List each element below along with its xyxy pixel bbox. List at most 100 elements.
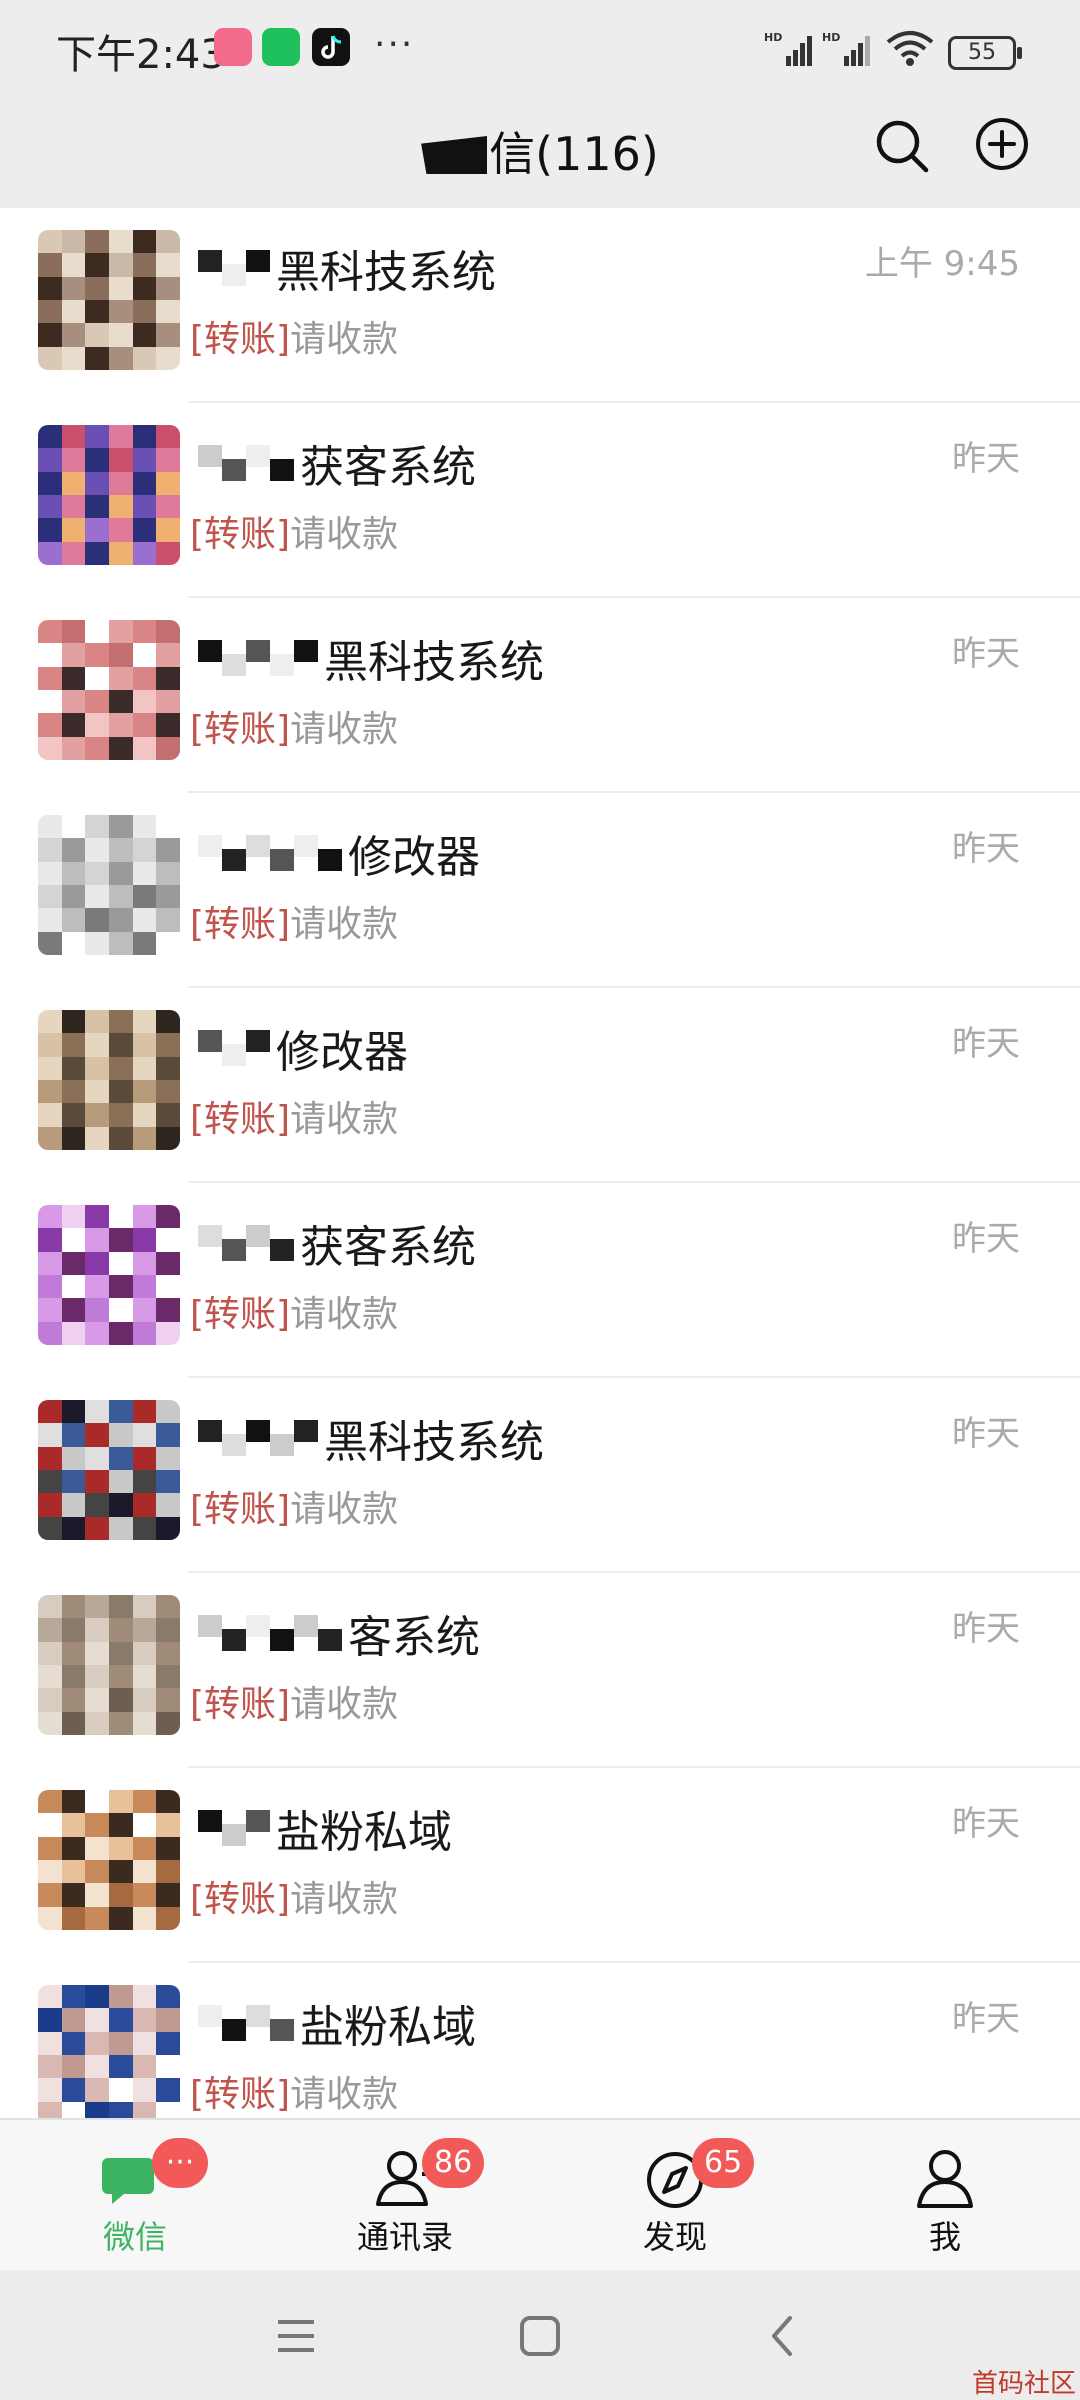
message-time: 上午 9:45: [864, 244, 1020, 284]
transfer-tag: [转账]: [190, 904, 291, 945]
chat-name-text: 黑科技系统: [324, 637, 544, 688]
tab-wechat-badge: ···: [152, 2138, 208, 2188]
chat-name-text: 获客系统: [300, 442, 476, 493]
chat-row[interactable]: 黑科技系统 [转账]请收款 上午 9:45: [0, 208, 1080, 403]
redaction-mark: [198, 445, 294, 481]
preview-text: 请收款: [290, 514, 399, 555]
tab-discover-badge: 65: [692, 2138, 755, 2188]
chat-row[interactable]: 盐粉私域 [转账]请收款 昨天: [0, 1963, 1080, 2118]
transfer-tag: [转账]: [190, 709, 291, 750]
preview-text: 请收款: [290, 1879, 399, 1920]
wifi-icon: [886, 31, 934, 66]
chat-name: 黑科技系统: [198, 630, 544, 688]
message-time: 昨天: [952, 829, 1020, 869]
redaction-mark: [198, 250, 270, 286]
message-preview: [转账]请收款: [190, 1870, 398, 1922]
avatar[interactable]: [38, 815, 180, 955]
preview-text: 请收款: [290, 1684, 399, 1725]
avatar[interactable]: [38, 230, 180, 370]
chat-name: 获客系统: [198, 435, 476, 493]
chat-name: 黑科技系统: [198, 240, 496, 298]
back-icon[interactable]: [756, 2308, 812, 2364]
tab-contacts-label: 通讯录: [356, 2218, 453, 2256]
message-preview: [转账]请收款: [190, 310, 398, 362]
chat-name-text: 黑科技系统: [276, 247, 496, 298]
chat-list: 黑科技系统 [转账]请收款 上午 9:45 获客系统 [转账]请收款 昨天 黑科技系统 [转账…: [0, 208, 1080, 2118]
chat-row[interactable]: 获客系统 [转账]请收款 昨天: [0, 1183, 1080, 1378]
chat-row[interactable]: 黑科技系统 [转账]请收款 昨天: [0, 598, 1080, 793]
svg-text:HD: HD: [764, 31, 782, 44]
preview-text: 请收款: [290, 1294, 399, 1335]
chat-name: 修改器: [198, 825, 480, 883]
chat-row[interactable]: 客系统 [转账]请收款 昨天: [0, 1573, 1080, 1768]
chat-name-text: 客系统: [348, 1612, 480, 1663]
transfer-tag: [转账]: [190, 2074, 291, 2115]
message-preview: [转账]请收款: [190, 1675, 398, 1727]
avatar[interactable]: [38, 1595, 180, 1735]
preview-text: 请收款: [290, 904, 399, 945]
tab-contacts[interactable]: 86 通讯录: [270, 2120, 540, 2272]
redaction-mark: [198, 1810, 270, 1846]
message-preview: [转账]请收款: [190, 1285, 398, 1337]
page-title-text: 信(116): [489, 127, 659, 181]
status-bar: 下午2:43 ··· HD HD 55: [0, 0, 1080, 92]
transfer-tag: [转账]: [190, 319, 291, 360]
wechat-app-icon: [262, 28, 300, 66]
transfer-tag: [转账]: [190, 1099, 291, 1140]
chat-name-text: 修改器: [348, 832, 480, 883]
signal-2-icon: HD: [822, 31, 870, 66]
redaction-mark: [198, 2005, 294, 2041]
tab-me-label: 我: [928, 2218, 961, 2256]
add-plus-icon[interactable]: [972, 114, 1032, 174]
tab-wechat-label: 微信: [102, 2218, 167, 2256]
message-preview: [转账]请收款: [190, 2065, 398, 2117]
system-navigation-bar: 首码社区: [0, 2270, 1080, 2400]
message-time: 昨天: [952, 1024, 1020, 1064]
menu-icon[interactable]: [268, 2308, 324, 2364]
message-time: 昨天: [952, 634, 1020, 674]
message-preview: [转账]请收款: [190, 1480, 398, 1532]
transfer-tag: [转账]: [190, 1684, 291, 1725]
chat-row[interactable]: 修改器 [转账]请收款 昨天: [0, 988, 1080, 1183]
preview-text: 请收款: [290, 319, 399, 360]
tab-discover-label: 发现: [642, 2218, 707, 2256]
signal-1-icon: HD: [764, 31, 812, 66]
avatar[interactable]: [38, 425, 180, 565]
redaction-mark: [198, 835, 342, 871]
more-notifications-icon: ···: [374, 24, 415, 65]
chat-name: 修改器: [198, 1020, 408, 1078]
message-time: 昨天: [952, 1609, 1020, 1649]
tab-wechat[interactable]: ··· 微信: [0, 2120, 270, 2272]
avatar[interactable]: [38, 620, 180, 760]
message-time: 昨天: [952, 1999, 1020, 2039]
chat-row[interactable]: 黑科技系统 [转账]请收款 昨天: [0, 1378, 1080, 1573]
preview-text: 请收款: [290, 1099, 399, 1140]
search-icon[interactable]: [872, 116, 932, 176]
avatar[interactable]: [38, 1010, 180, 1150]
redaction-mark: [198, 1030, 270, 1066]
svg-text:HD: HD: [822, 31, 840, 44]
preview-text: 请收款: [290, 2074, 399, 2115]
transfer-tag: [转账]: [190, 1489, 291, 1530]
chat-row[interactable]: 修改器 [转账]请收款 昨天: [0, 793, 1080, 988]
message-preview: [转账]请收款: [190, 505, 398, 557]
home-icon[interactable]: [512, 2308, 568, 2364]
music-app-icon: [214, 28, 252, 66]
redaction-mark: [198, 1615, 342, 1651]
message-time: 昨天: [952, 439, 1020, 479]
tab-me[interactable]: 我: [810, 2120, 1080, 2272]
chat-row[interactable]: 盐粉私域 [转账]请收款 昨天: [0, 1768, 1080, 1963]
chat-row[interactable]: 获客系统 [转账]请收款 昨天: [0, 403, 1080, 598]
avatar[interactable]: [38, 1985, 180, 2118]
battery-indicator: 55: [948, 36, 1022, 70]
person-icon: [917, 2150, 973, 2208]
tab-discover[interactable]: 65 发现: [540, 2120, 810, 2272]
chat-name-text: 获客系统: [300, 1222, 476, 1273]
message-time: 昨天: [952, 1414, 1020, 1454]
chat-name: 获客系统: [198, 1215, 476, 1273]
chat-name-text: 盐粉私域: [300, 2002, 476, 2053]
avatar[interactable]: [38, 1205, 180, 1345]
avatar[interactable]: [38, 1400, 180, 1540]
chat-name-text: 修改器: [276, 1027, 408, 1078]
avatar[interactable]: [38, 1790, 180, 1930]
